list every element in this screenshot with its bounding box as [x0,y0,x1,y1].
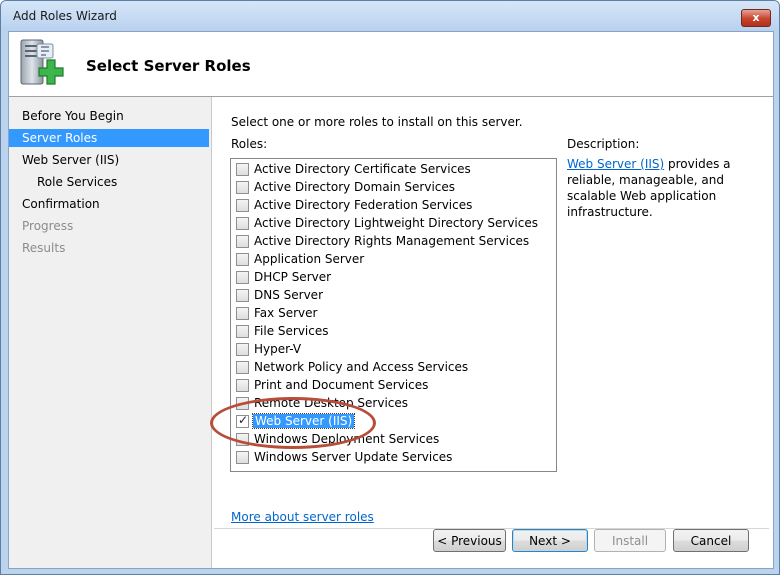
role-checkbox[interactable] [236,235,249,248]
close-button[interactable]: x [741,9,771,27]
role-checkbox[interactable] [236,199,249,212]
nav-item-server-roles[interactable]: Server Roles [9,129,209,147]
role-checkbox[interactable] [236,307,249,320]
page-title: Select Server Roles [86,57,251,75]
role-checkbox[interactable] [236,163,249,176]
role-item-selected[interactable]: ✓ Web Server (IIS) [236,412,551,430]
role-label[interactable]: Active Directory Certificate Services [254,162,471,176]
nav-item-web-server-iis[interactable]: Web Server (IIS) [9,151,209,169]
role-item[interactable]: DHCP Server [236,268,551,286]
role-label[interactable]: Windows Server Update Services [254,450,452,464]
nav-item-results: Results [22,241,66,255]
role-item[interactable]: Network Policy and Access Services [236,358,551,376]
checkmark-icon: ✓ [238,413,249,427]
nav-item-confirmation[interactable]: Confirmation [9,195,209,213]
role-checkbox[interactable] [236,361,249,374]
role-checkbox[interactable] [236,325,249,338]
role-checkbox[interactable] [236,379,249,392]
window-title: Add Roles Wizard [13,9,117,23]
role-label[interactable]: Active Directory Lightweight Directory S… [254,216,538,230]
role-label[interactable]: Remote Desktop Services [254,396,408,410]
role-item[interactable]: Active Directory Federation Services [236,196,551,214]
role-checkbox[interactable] [236,271,249,284]
role-item[interactable]: Print and Document Services [236,376,551,394]
cancel-button[interactable]: Cancel [673,529,749,552]
role-checkbox[interactable] [236,451,249,464]
nav-item-progress: Progress [22,219,74,233]
role-item[interactable]: Application Server [236,250,551,268]
description-text: Web Server (IIS) provides a reliable, ma… [567,156,752,220]
role-checkbox-checked[interactable]: ✓ [236,413,249,428]
role-item[interactable]: Active Directory Lightweight Directory S… [236,214,551,232]
role-label[interactable]: DNS Server [254,288,323,302]
role-label[interactable]: DHCP Server [254,270,331,284]
role-label[interactable]: Network Policy and Access Services [254,360,468,374]
role-label[interactable]: Print and Document Services [254,378,428,392]
description-label: Description: [567,137,640,151]
description-link[interactable]: Web Server (IIS) [567,157,664,171]
role-item[interactable]: Remote Desktop Services [236,394,551,412]
title-bar[interactable]: Add Roles Wizard x [1,1,779,31]
more-about-roles-link[interactable]: More about server roles [231,510,374,524]
role-label[interactable]: Active Directory Rights Management Servi… [254,234,529,248]
next-button[interactable]: Next > [512,529,588,552]
role-item[interactable]: Active Directory Domain Services [236,178,551,196]
role-item[interactable]: Windows Deployment Services [236,430,551,448]
wizard-window: Add Roles Wizard x Select Server Roles B… [0,0,780,575]
roles-list[interactable]: Active Directory Certificate Services Ac… [230,158,557,472]
role-label[interactable]: Active Directory Domain Services [254,180,455,194]
wizard-header: Select Server Roles [9,32,773,97]
role-label[interactable]: Active Directory Federation Services [254,198,472,212]
install-button: Install [594,529,666,552]
role-checkbox[interactable] [236,181,249,194]
role-checkbox[interactable] [236,433,249,446]
role-label[interactable]: Hyper-V [254,342,301,356]
role-label[interactable]: Windows Deployment Services [254,432,439,446]
role-checkbox[interactable] [236,343,249,356]
nav-item-before-you-begin[interactable]: Before You Begin [9,107,209,125]
role-checkbox[interactable] [236,217,249,230]
role-item[interactable]: File Services [236,322,551,340]
role-label[interactable]: File Services [254,324,329,338]
role-label[interactable]: Application Server [254,252,364,266]
role-label[interactable]: Web Server (IIS) [251,413,356,429]
role-item[interactable]: Active Directory Rights Management Servi… [236,232,551,250]
wizard-frame: Select Server Roles Before You Begin Ser… [8,31,774,569]
previous-button[interactable]: < Previous [433,529,506,552]
main-content: Select one or more roles to install on t… [212,97,773,568]
role-item[interactable]: Active Directory Certificate Services [236,160,551,178]
roles-label: Roles: [231,137,268,151]
role-checkbox[interactable] [236,253,249,266]
role-item[interactable]: DNS Server [236,286,551,304]
role-checkbox[interactable] [236,397,249,410]
instructions-text: Select one or more roles to install on t… [231,115,523,129]
nav-item-role-services[interactable]: Role Services [9,173,209,191]
role-item[interactable]: Hyper-V [236,340,551,358]
server-add-icon [20,39,64,85]
role-item[interactable]: Windows Server Update Services [236,448,551,466]
role-label[interactable]: Fax Server [254,306,317,320]
role-item[interactable]: Fax Server [236,304,551,322]
role-checkbox[interactable] [236,289,249,302]
wizard-steps-nav: Before You Begin Server Roles Web Server… [9,97,212,568]
